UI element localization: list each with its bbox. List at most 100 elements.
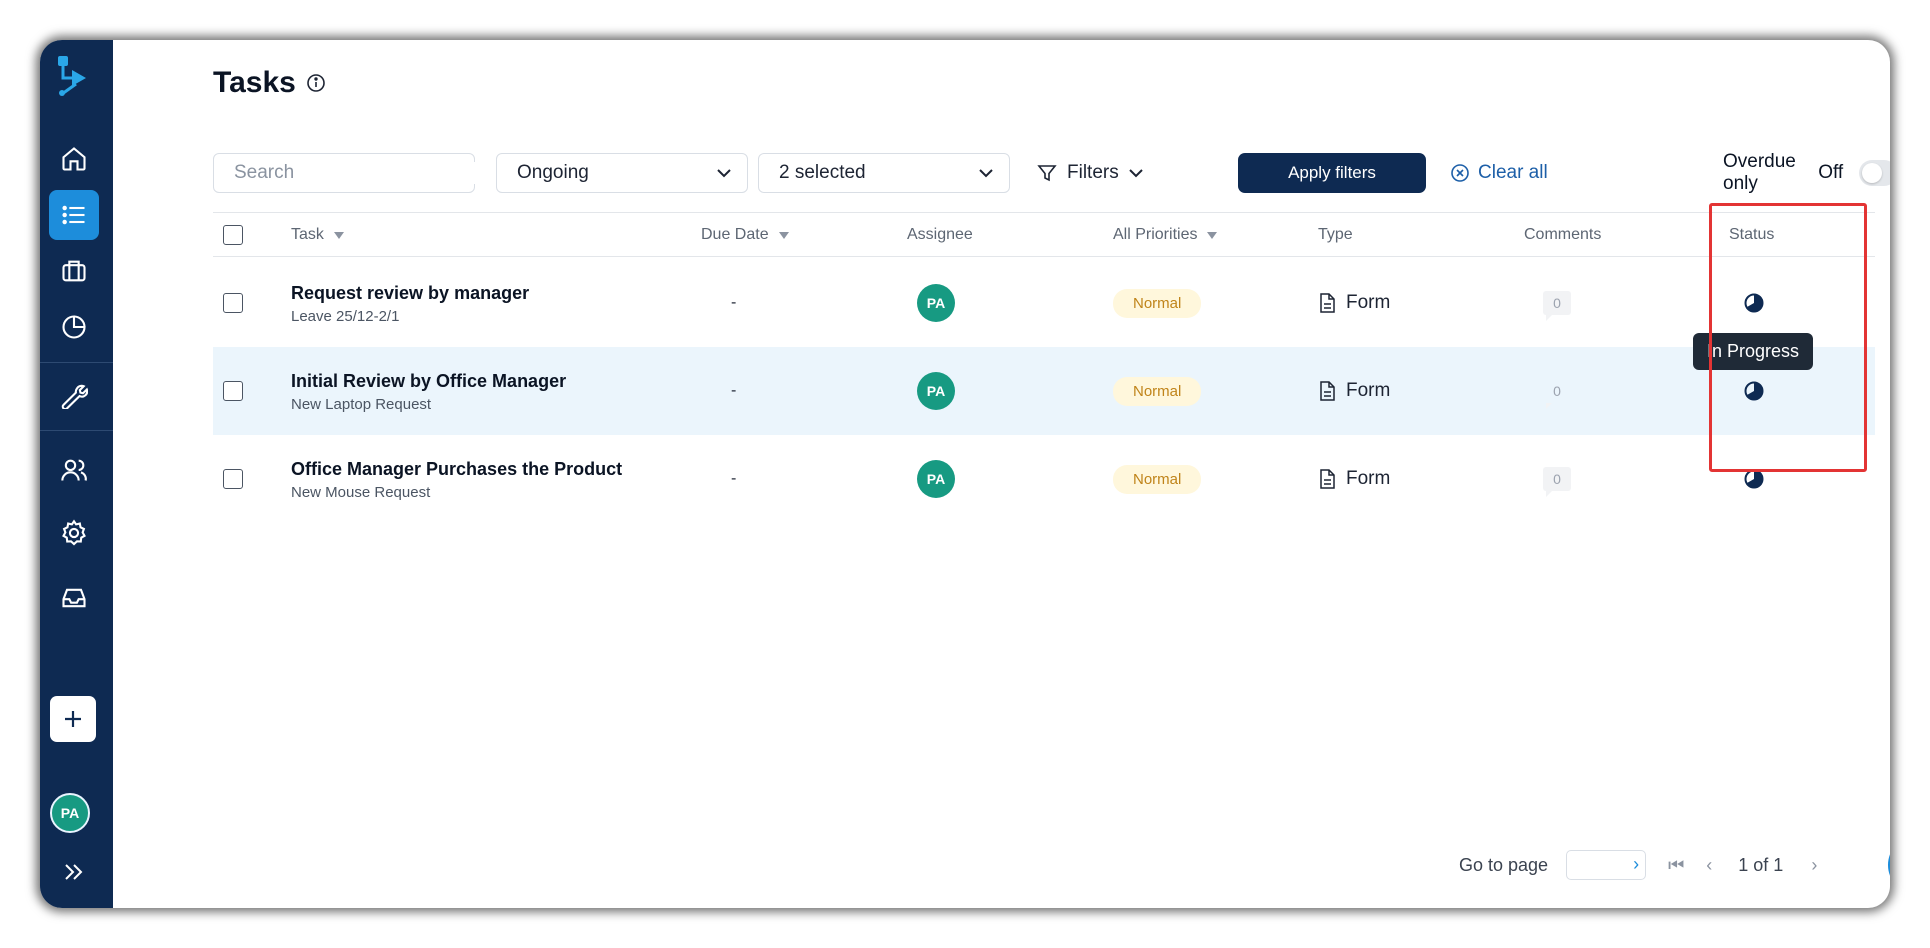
search-input[interactable]: [234, 162, 479, 184]
select-all-checkbox[interactable]: [223, 225, 243, 245]
document-icon: [1320, 381, 1335, 401]
column-task[interactable]: Task: [291, 213, 344, 257]
clear-all-label: Clear all: [1478, 162, 1548, 183]
filters-button[interactable]: Filters: [1037, 153, 1143, 193]
home-icon: [62, 147, 86, 171]
go-to-page-input[interactable]: ›: [1566, 850, 1647, 880]
due-date: -: [731, 382, 737, 399]
overdue-label: Overdue only: [1723, 151, 1796, 194]
page-header: Tasks: [213, 66, 326, 100]
next-page-icon[interactable]: ›: [1811, 855, 1817, 876]
column-type-label: Type: [1318, 226, 1353, 243]
sidebar-item-users[interactable]: [49, 445, 99, 495]
table-row[interactable]: Request review by manager Leave 25/12-2/…: [213, 259, 1875, 347]
page-title: Tasks: [213, 66, 296, 99]
main-content: Tasks Ongoing 2 selected Fil: [113, 40, 1890, 908]
sort-caret-icon: [778, 231, 789, 239]
go-to-page-label: Go to page: [1459, 854, 1549, 875]
double-chevron-right-icon: [65, 864, 83, 880]
chevron-right-icon[interactable]: ›: [1633, 854, 1639, 875]
funnel-icon: [1037, 165, 1057, 182]
sidebar: PA: [40, 40, 113, 908]
tasks-table: Task Due Date Assignee All Priorities Ty…: [213, 212, 1875, 523]
first-page-icon[interactable]: ⏮: [1668, 855, 1684, 876]
sidebar-item-inbox[interactable]: [49, 573, 99, 623]
priority-badge: Normal: [1113, 464, 1202, 494]
table-header: Task Due Date Assignee All Priorities Ty…: [213, 212, 1875, 257]
type-label: Form: [1346, 468, 1391, 489]
type-label: Form: [1346, 292, 1391, 313]
plus-icon: [65, 711, 81, 727]
status-select[interactable]: Ongoing: [496, 153, 748, 193]
users-icon: [61, 459, 87, 481]
priority-badge: Normal: [1113, 376, 1202, 406]
column-assignee-label: Assignee: [907, 226, 973, 243]
info-icon[interactable]: [306, 73, 326, 93]
multi-select[interactable]: 2 selected: [758, 153, 1010, 193]
app-window: PA Tasks Ongoing: [40, 40, 1890, 908]
column-assignee: Assignee: [907, 213, 973, 257]
table-row[interactable]: Office Manager Purchases the Product New…: [213, 435, 1875, 523]
comment-count[interactable]: 0: [1543, 291, 1571, 321]
column-priority-label: All Priorities: [1113, 226, 1198, 243]
sidebar-item-tools[interactable]: [49, 370, 99, 420]
briefcase-icon: [62, 260, 86, 282]
type-label: Form: [1346, 380, 1391, 401]
column-priority[interactable]: All Priorities: [1113, 213, 1218, 257]
chevron-down-icon: [1129, 169, 1143, 178]
sidebar-divider: [40, 430, 113, 431]
status-column-highlight: [1709, 203, 1867, 472]
multi-select-value: 2 selected: [779, 162, 866, 183]
search-box: [213, 153, 479, 193]
column-due-date-label: Due Date: [701, 226, 769, 243]
assignee-avatar: PA: [917, 284, 955, 322]
task-subtitle: New Laptop Request: [291, 396, 432, 413]
sidebar-divider: [40, 362, 113, 363]
sidebar-item-tasks[interactable]: [49, 190, 99, 240]
column-due-date[interactable]: Due Date: [701, 213, 789, 257]
wrench-icon: [61, 384, 88, 409]
sort-caret-icon: [333, 231, 344, 239]
row-checkbox[interactable]: [223, 293, 243, 313]
column-type: Type: [1318, 213, 1353, 257]
sidebar-item-briefcase[interactable]: [49, 246, 99, 296]
document-icon: [1320, 469, 1335, 489]
comment-count[interactable]: 0: [1543, 467, 1571, 497]
status-select-value: Ongoing: [517, 162, 589, 183]
page-info: 1 of 1: [1738, 854, 1784, 875]
table-row[interactable]: Initial Review by Office Manager New Lap…: [213, 347, 1875, 435]
task-title[interactable]: Initial Review by Office Manager: [291, 371, 566, 392]
document-icon: [1320, 293, 1335, 313]
inbox-icon: [62, 588, 86, 608]
add-button[interactable]: [50, 696, 96, 742]
column-comments: Comments: [1524, 213, 1601, 257]
row-checkbox[interactable]: [223, 469, 243, 489]
sidebar-item-reports[interactable]: [49, 302, 99, 352]
gear-icon: [62, 519, 86, 546]
comment-count[interactable]: 0: [1543, 379, 1571, 409]
due-date: -: [731, 470, 737, 487]
row-checkbox[interactable]: [223, 381, 243, 401]
sidebar-item-settings[interactable]: [49, 508, 99, 558]
task-title[interactable]: Request review by manager: [291, 283, 529, 304]
previous-page-icon[interactable]: ‹: [1706, 855, 1712, 876]
assignee-avatar: PA: [917, 460, 955, 498]
column-comments-label: Comments: [1524, 226, 1602, 243]
help-button[interactable]: [1888, 835, 1890, 895]
app-logo[interactable]: [56, 54, 92, 96]
apply-filters-button[interactable]: Apply filters: [1238, 153, 1426, 193]
expand-sidebar-button[interactable]: [54, 852, 94, 892]
clear-all-button[interactable]: Clear all: [1450, 153, 1548, 193]
task-subtitle: New Mouse Request: [291, 484, 431, 501]
user-avatar[interactable]: PA: [50, 793, 90, 833]
sidebar-item-home[interactable]: [49, 134, 99, 184]
overdue-toggle[interactable]: [1859, 160, 1890, 186]
assignee-avatar: PA: [917, 372, 955, 410]
task-title[interactable]: Office Manager Purchases the Product: [291, 459, 622, 480]
filters-label: Filters: [1067, 162, 1119, 183]
close-circle-icon: [1451, 164, 1469, 182]
list-icon: [62, 205, 85, 225]
overdue-state: Off: [1818, 162, 1844, 183]
due-date: -: [731, 294, 737, 311]
priority-badge: Normal: [1113, 288, 1202, 318]
